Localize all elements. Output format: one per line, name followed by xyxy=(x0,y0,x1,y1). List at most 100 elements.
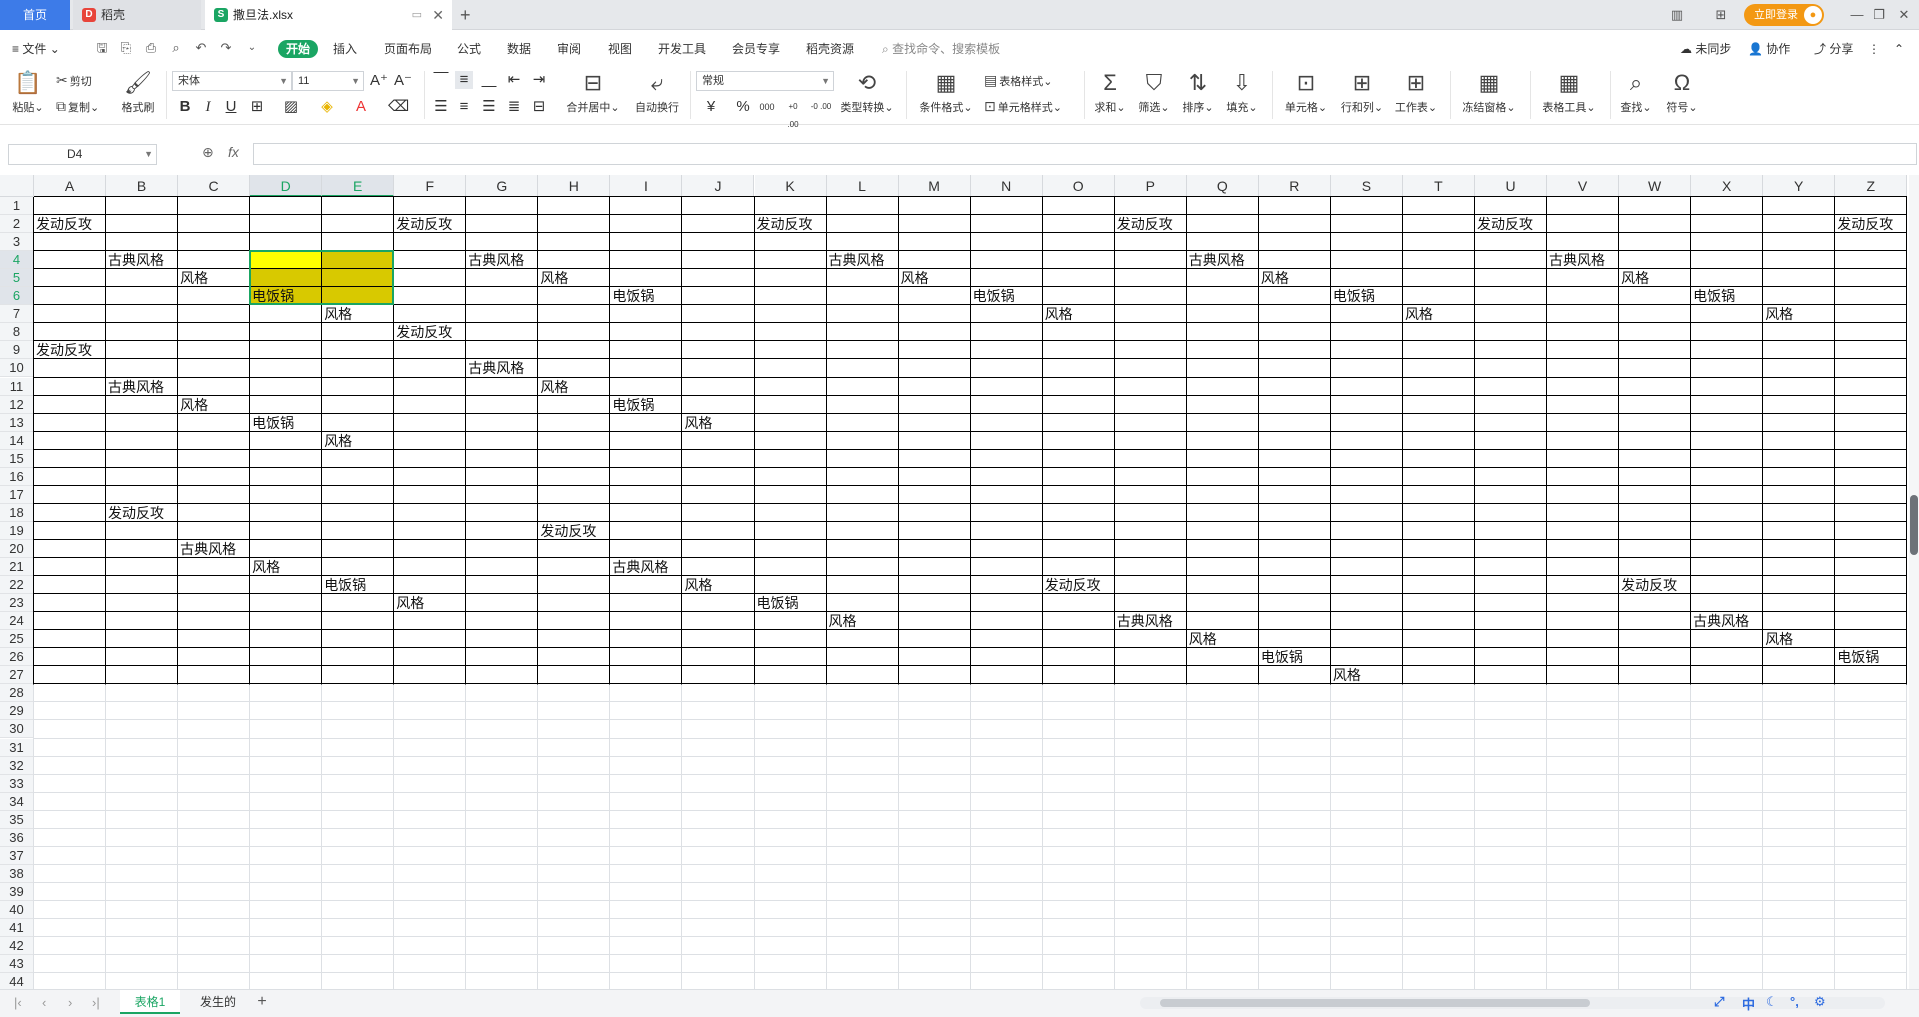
cell[interactable]: 发动反攻 xyxy=(34,215,92,233)
undo-icon[interactable]: ↶ xyxy=(193,40,209,56)
column-header[interactable]: Q xyxy=(1186,175,1259,197)
row-header[interactable]: 2 xyxy=(0,215,34,234)
cell[interactable]: 电饭锅 xyxy=(610,287,654,305)
share-button[interactable]: ⤴ 分享 xyxy=(1814,40,1853,58)
cell[interactable]: 风格 xyxy=(682,576,712,594)
row-header[interactable]: 29 xyxy=(0,702,34,721)
cell[interactable]: 电饭锅 xyxy=(250,287,294,305)
cell[interactable]: 古典风格 xyxy=(178,540,236,558)
column-header[interactable]: O xyxy=(1042,175,1115,197)
cell[interactable]: 发动反攻 xyxy=(34,341,92,359)
row-header[interactable]: 36 xyxy=(0,828,34,847)
column-header[interactable]: P xyxy=(1114,175,1187,197)
sync-status[interactable]: ☁ 未同步 xyxy=(1680,40,1731,58)
row-header[interactable]: 15 xyxy=(0,449,34,468)
column-header[interactable]: D xyxy=(250,175,323,197)
cell[interactable]: 古典风格 xyxy=(466,359,524,377)
monitor-icon[interactable]: ▭ xyxy=(412,0,422,30)
cell[interactable]: 电饭锅 xyxy=(971,287,1015,305)
column-header[interactable]: K xyxy=(754,175,827,197)
row-header[interactable]: 5 xyxy=(0,269,34,288)
row-header[interactable]: 33 xyxy=(0,774,34,793)
cell[interactable]: 发动反攻 xyxy=(755,215,813,233)
tab-review[interactable]: 审阅 xyxy=(557,40,581,58)
cell[interactable]: 发动反攻 xyxy=(1835,215,1893,233)
cell[interactable]: 发动反攻 xyxy=(1043,576,1101,594)
column-header[interactable]: F xyxy=(394,175,467,197)
restore-icon[interactable]: ❐ xyxy=(1870,6,1888,24)
table-style-button[interactable]: ▤ 表格样式⌄ xyxy=(984,72,1052,90)
tab-member[interactable]: 会员专享 xyxy=(732,40,780,58)
tab-insert[interactable]: 插入 xyxy=(333,40,357,58)
row-header[interactable]: 17 xyxy=(0,485,34,504)
column-header[interactable]: V xyxy=(1547,175,1620,197)
column-header[interactable]: T xyxy=(1402,175,1475,197)
tab-home[interactable]: 首页 xyxy=(0,0,70,30)
close-tab-icon[interactable]: ✕ xyxy=(432,0,444,30)
new-tab-button[interactable]: + xyxy=(460,0,471,30)
row-header[interactable]: 26 xyxy=(0,648,34,667)
wrap-text-button[interactable]: ⤶ 自动换行 xyxy=(630,69,684,117)
conditional-format-button[interactable]: ▦ 条件格式⌄ xyxy=(914,69,978,117)
cell[interactable]: 风格 xyxy=(899,269,929,287)
cell[interactable]: 风格 xyxy=(1403,305,1433,323)
row-header[interactable]: 1 xyxy=(0,197,34,215)
currency-icon[interactable]: ¥ xyxy=(702,98,720,116)
cell[interactable]: 风格 xyxy=(538,378,568,396)
row-header[interactable]: 7 xyxy=(0,305,34,324)
row-header[interactable]: 35 xyxy=(0,810,34,829)
cell[interactable]: 发动反攻 xyxy=(106,504,164,522)
tab-page-layout[interactable]: 页面布局 xyxy=(384,40,432,58)
format-painter-button[interactable]: 🖌 格式刷 xyxy=(118,69,158,117)
row-header[interactable]: 19 xyxy=(0,521,34,540)
clear-icon[interactable]: ⌫ xyxy=(388,98,409,116)
row-header[interactable]: 8 xyxy=(0,323,34,342)
column-header[interactable]: A xyxy=(34,175,107,197)
find-button[interactable]: ⌕ 查找⌄ xyxy=(1614,69,1658,117)
decrease-font-icon[interactable]: A⁻ xyxy=(394,72,412,90)
cell[interactable]: 发动反攻 xyxy=(1115,215,1173,233)
row-col-button[interactable]: ⊞ 行和列⌄ xyxy=(1336,69,1388,117)
formula-input[interactable] xyxy=(253,143,1917,165)
font-color-icon[interactable]: A xyxy=(352,98,370,116)
filter-button[interactable]: ⛉ 筛选⌄ xyxy=(1134,69,1174,117)
cell[interactable]: 发动反攻 xyxy=(538,522,596,540)
row-header[interactable]: 43 xyxy=(0,955,34,974)
align-bottom-icon[interactable]: ⎽ xyxy=(480,71,498,89)
row-header[interactable]: 12 xyxy=(0,395,34,414)
cell[interactable]: 风格 xyxy=(538,269,568,287)
zoom-icon[interactable]: ⊕ xyxy=(202,144,214,161)
tab-view[interactable]: 视图 xyxy=(608,40,632,58)
column-header[interactable]: L xyxy=(826,175,899,197)
cut-button[interactable]: ✂ 剪切 xyxy=(56,72,92,90)
table-tools-button[interactable]: ▦ 表格工具⌄ xyxy=(1536,69,1602,117)
next-sheet-icon[interactable]: › xyxy=(68,995,72,1010)
cell[interactable]: 电饭锅 xyxy=(755,594,799,612)
cell[interactable]: 发动反攻 xyxy=(1619,576,1677,594)
row-header[interactable]: 20 xyxy=(0,539,34,558)
column-header[interactable]: N xyxy=(970,175,1043,197)
distributed-icon[interactable]: ⊟ xyxy=(530,98,548,116)
row-header[interactable]: 39 xyxy=(0,882,34,901)
tab-developer[interactable]: 开发工具 xyxy=(658,40,706,58)
sheet-tab-active[interactable]: 表格1 xyxy=(120,990,180,1014)
moon-icon[interactable]: ☾ xyxy=(1766,994,1778,1010)
cell[interactable]: 古典风格 xyxy=(106,378,164,396)
cell[interactable]: 风格 xyxy=(322,305,352,323)
row-header[interactable]: 11 xyxy=(0,377,34,396)
redo-icon[interactable]: ↷ xyxy=(218,40,234,56)
cell[interactable]: 风格 xyxy=(1331,666,1361,684)
worksheet-button[interactable]: ⊞ 工作表⌄ xyxy=(1392,69,1440,117)
fill-button[interactable]: ⇩ 填充⌄ xyxy=(1222,69,1262,117)
column-header[interactable]: W xyxy=(1619,175,1692,197)
row-header[interactable]: 44 xyxy=(0,973,34,989)
scroll-thumb[interactable] xyxy=(1160,999,1590,1007)
close-window-icon[interactable]: ✕ xyxy=(1895,6,1913,24)
row-header[interactable]: 13 xyxy=(0,413,34,432)
font-family-select[interactable]: 宋体 ▼ xyxy=(172,71,292,91)
cell[interactable]: 风格 xyxy=(178,269,208,287)
column-header[interactable]: E xyxy=(322,175,395,197)
gear-icon[interactable]: ⚙ xyxy=(1814,994,1826,1010)
cell[interactable]: 发动反攻 xyxy=(394,215,452,233)
tab-daoke[interactable]: D 稻壳 xyxy=(73,0,201,30)
